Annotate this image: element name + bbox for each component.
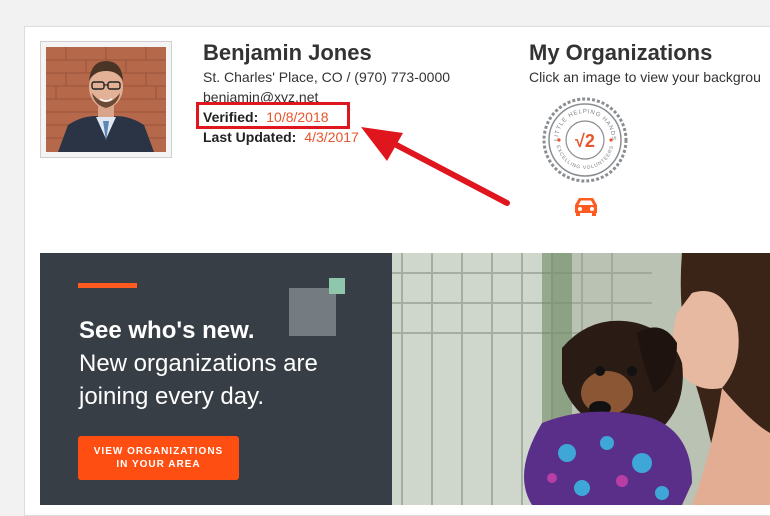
last-updated-date: 4/3/2017	[304, 129, 359, 145]
promo-banner: See who's new. New organizations are joi…	[40, 253, 770, 505]
profile-photo	[46, 47, 166, 152]
cta-line-1: VIEW ORGANIZATIONS	[93, 446, 224, 457]
last-updated-label: Last Updated:	[203, 129, 297, 145]
profile-address: St. Charles' Place, CO / (970) 773-0000	[203, 69, 451, 85]
accent-line	[78, 283, 137, 288]
annotation-arrow	[361, 127, 510, 206]
organizations-subtitle: Click an image to view your backgrou	[529, 69, 761, 85]
banner-text-line-1: New organizations are	[79, 350, 318, 377]
view-organizations-button[interactable]: VIEW ORGANIZATIONS IN YOUR AREA	[78, 436, 239, 480]
last-updated-row: Last Updated: 4/3/2017	[203, 129, 359, 145]
badge-mark: √2	[575, 131, 595, 151]
banner-text-panel: See who's new. New organizations are joi…	[40, 253, 392, 505]
banner-headline: See who's new.	[79, 317, 255, 344]
car-icon[interactable]	[572, 195, 600, 217]
profile-name: Benjamin Jones	[203, 40, 372, 65]
decorative-square-small	[329, 278, 345, 294]
verified-highlight-box	[196, 102, 350, 129]
profile-photo-frame	[40, 41, 172, 158]
decorative-square	[289, 288, 336, 336]
banner-text-line-2: joining every day.	[79, 383, 264, 410]
cta-line-2: IN YOUR AREA	[116, 459, 201, 470]
organization-badge[interactable]: LITTLE HELPING HANDS EXCELLING VOLUNTEER…	[542, 97, 628, 183]
organizations-title: My Organizations	[529, 40, 713, 65]
woman-with-puppy-photo	[392, 253, 770, 505]
